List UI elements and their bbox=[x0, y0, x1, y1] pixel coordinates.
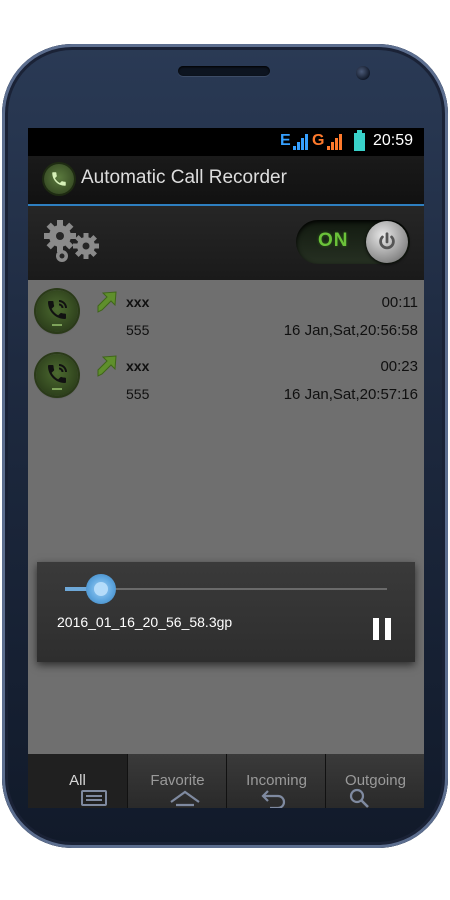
front-camera bbox=[356, 66, 370, 80]
list-item[interactable]: xxx 555 00:23 16 Jan,Sat,20:57:16 bbox=[28, 348, 424, 412]
call-avatar-icon bbox=[36, 290, 78, 332]
contact-number: 555 bbox=[126, 322, 150, 338]
screen: E G 20:59 Automatic Call Recorder ON xxx… bbox=[28, 128, 424, 808]
network-type-e: E bbox=[280, 132, 291, 149]
phone-device: E G 20:59 Automatic Call Recorder ON xxx… bbox=[0, 44, 450, 848]
contact-number: 555 bbox=[126, 386, 150, 402]
app-phone-icon bbox=[44, 164, 74, 194]
list-item[interactable]: xxx 555 00:11 16 Jan,Sat,20:56:58 bbox=[28, 284, 424, 348]
app-title: Automatic Call Recorder bbox=[81, 167, 287, 188]
search-icon[interactable] bbox=[348, 788, 372, 813]
outgoing-arrow-icon bbox=[94, 290, 118, 319]
app-bar: Automatic Call Recorder bbox=[28, 156, 424, 206]
pause-icon[interactable] bbox=[373, 618, 391, 640]
status-bar: E G 20:59 bbox=[28, 128, 424, 156]
recordings-list: xxx 555 00:11 16 Jan,Sat,20:56:58 xxx 55… bbox=[28, 280, 424, 754]
signal-strength-icon bbox=[293, 134, 309, 150]
network-type-g: G bbox=[312, 132, 325, 149]
home-icon[interactable] bbox=[168, 788, 202, 813]
recording-filename: 2016_01_16_20_56_58.3gp bbox=[57, 614, 233, 630]
battery-icon bbox=[354, 130, 365, 151]
status-time: 20:59 bbox=[373, 132, 414, 149]
earpiece-speaker bbox=[178, 66, 270, 76]
back-icon[interactable] bbox=[260, 788, 288, 813]
call-duration: 00:23 bbox=[380, 358, 418, 375]
outgoing-arrow-icon bbox=[94, 354, 118, 383]
toggle-label: ON bbox=[318, 230, 349, 251]
call-datetime: 16 Jan,Sat,20:57:16 bbox=[283, 386, 418, 403]
seek-thumb-core bbox=[94, 582, 108, 596]
settings-gears-icon[interactable] bbox=[40, 216, 108, 269]
toolbar: ON bbox=[28, 206, 424, 280]
menu-icon[interactable] bbox=[80, 788, 108, 813]
power-icon bbox=[366, 221, 408, 263]
recording-toggle[interactable]: ON bbox=[296, 220, 410, 264]
call-duration: 00:11 bbox=[381, 294, 418, 311]
contact-name: xxx bbox=[126, 294, 150, 310]
call-avatar-icon bbox=[36, 354, 78, 396]
hardware-nav-keys bbox=[0, 788, 450, 818]
signal-strength-icon-2 bbox=[327, 134, 343, 150]
contact-name: xxx bbox=[126, 358, 150, 374]
call-datetime: 16 Jan,Sat,20:56:58 bbox=[283, 322, 418, 339]
audio-player: 2016_01_16_20_56_58.3gp bbox=[37, 562, 415, 662]
